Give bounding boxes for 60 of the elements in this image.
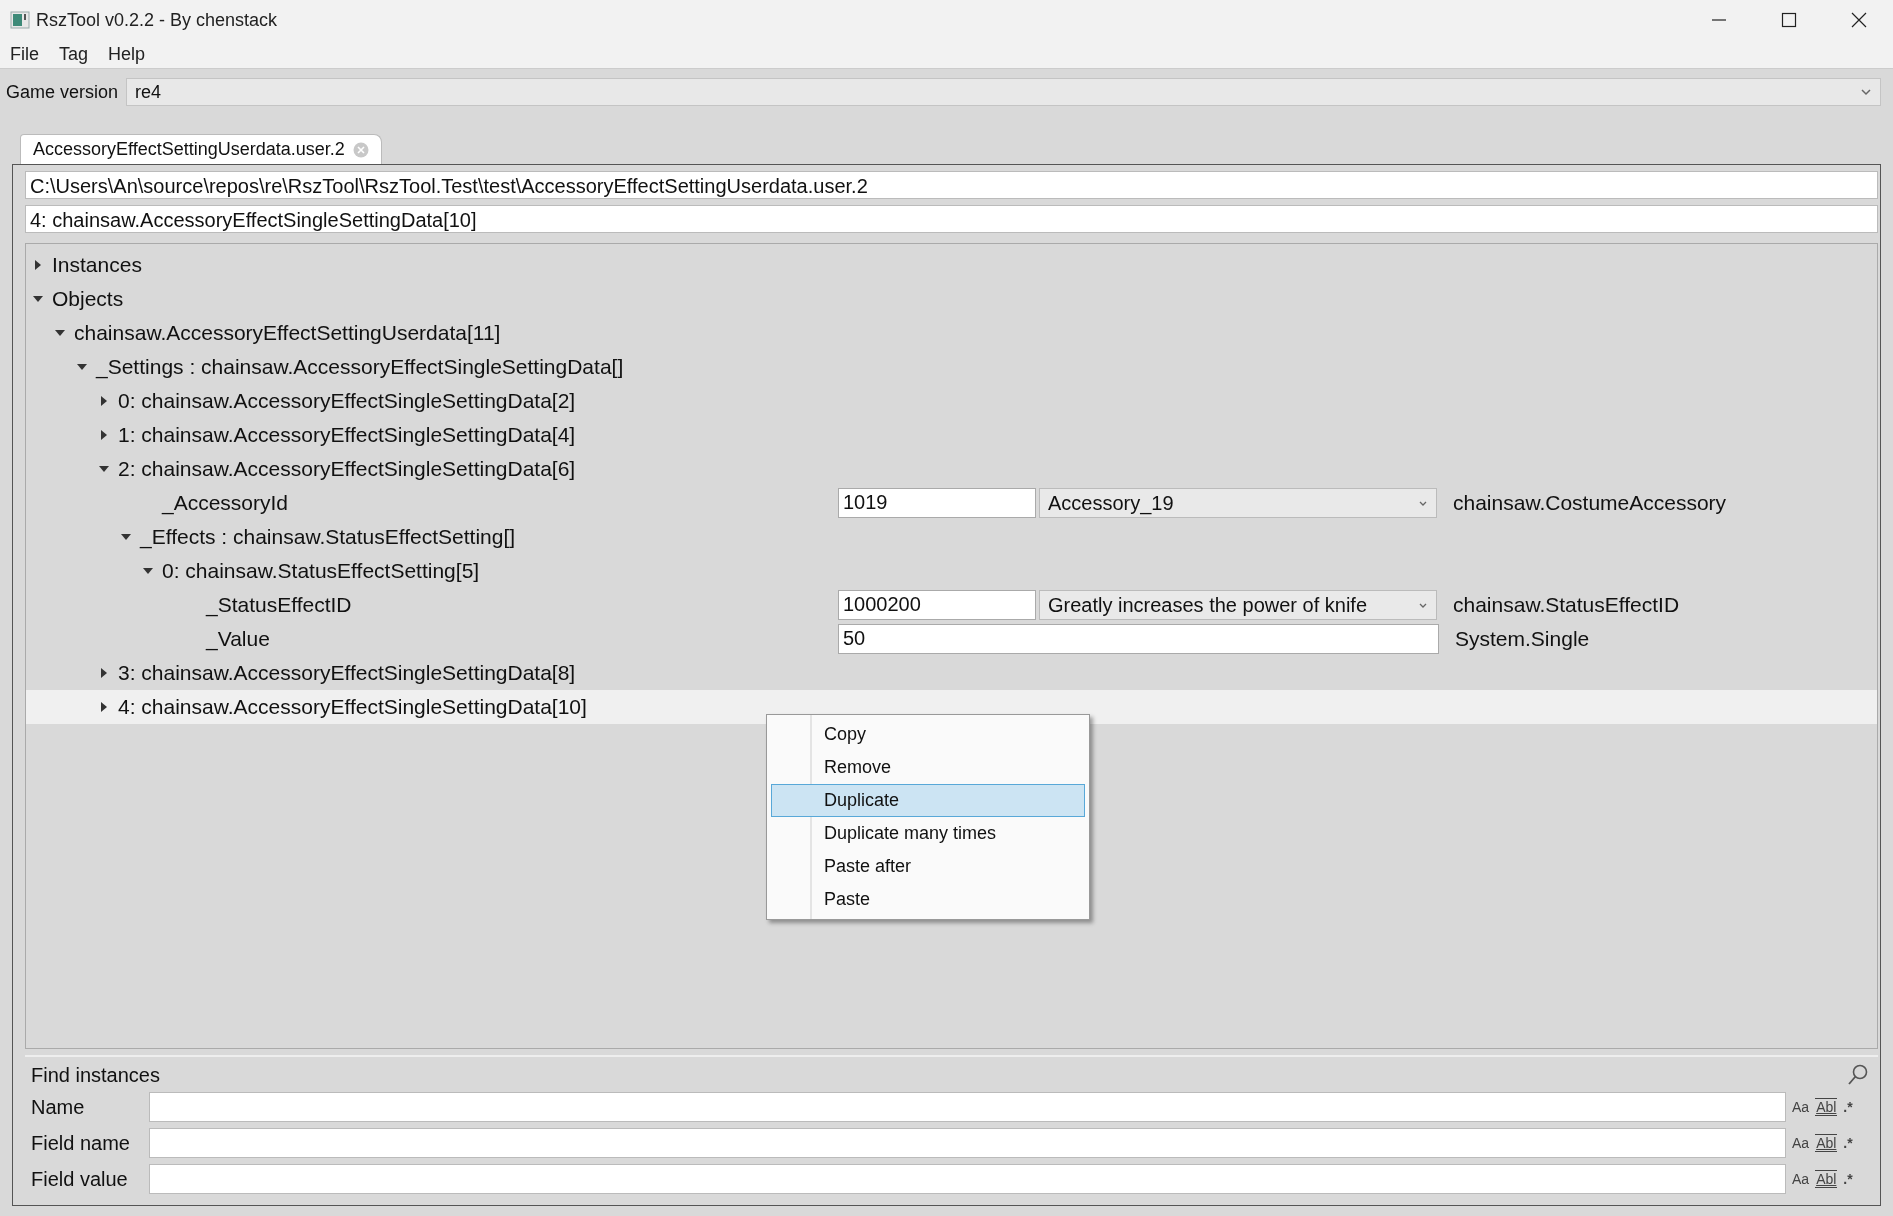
path-field[interactable]: C:\Users\An\source\repos\re\RszTool\RszTool.Test\test\AccessoryEffectSettingUserdata.user.2: [25, 171, 1878, 199]
tree-item[interactable]: chainsaw.AccessoryEffectSettingUserdata[11]: [74, 321, 501, 345]
chevron-down-icon: [1860, 88, 1872, 96]
close-icon[interactable]: [1851, 12, 1867, 28]
option-toggle[interactable]: .*: [1843, 1099, 1853, 1115]
tree-item[interactable]: _Settings : chainsaw.AccessoryEffectSingleSettingData[]: [96, 355, 624, 379]
selection-field[interactable]: 4: chainsaw.AccessoryEffectSingleSettingData[10]: [25, 205, 1878, 233]
file-tab[interactable]: AccessoryEffectSettingUserdata.user.2: [20, 134, 382, 164]
menu-item[interactable]: Tag: [59, 43, 89, 65]
maximize-icon[interactable]: [1781, 12, 1797, 28]
tree-item[interactable]: Instances: [52, 253, 142, 277]
section-title: Find instances: [31, 1063, 160, 1087]
menu-item[interactable]: Paste after: [771, 850, 1085, 883]
tree-item[interactable]: 3: chainsaw.AccessoryEffectSingleSettingData[8]: [118, 661, 576, 685]
tree-item[interactable]: 2: chainsaw.AccessoryEffectSingleSettingData[6]: [118, 457, 576, 481]
field-name: _StatusEffectID: [206, 593, 352, 617]
field-label: Game version: [6, 81, 119, 103]
tree-item[interactable]: 4: chainsaw.AccessoryEffectSingleSettingData[10]: [118, 695, 587, 719]
chevron-down-icon: [1418, 601, 1428, 609]
tree-item[interactable]: 1: chainsaw.AccessoryEffectSingleSettingData[4]: [118, 423, 576, 447]
menu-item[interactable]: Duplicate many times: [771, 817, 1085, 850]
tree-item[interactable]: _Effects : chainsaw.StatusEffectSetting[]: [140, 525, 516, 549]
menu-item[interactable]: Remove: [771, 751, 1085, 784]
tree-item[interactable]: 0: chainsaw.AccessoryEffectSingleSettingData[2]: [118, 389, 576, 413]
value-field[interactable]: 1000200: [838, 590, 1036, 620]
menu-item[interactable]: Paste: [771, 883, 1085, 916]
chevron-down-icon: [1418, 499, 1428, 507]
app-icon: [10, 11, 30, 29]
option-toggle[interactable]: Aa: [1792, 1171, 1810, 1187]
search-icon[interactable]: [1846, 1063, 1870, 1087]
option-toggle[interactable]: .*: [1843, 1171, 1853, 1187]
field-name: _Value: [206, 627, 270, 651]
game-version-dropdown[interactable]: re4: [126, 78, 1881, 106]
tree-item[interactable]: Objects: [52, 287, 124, 311]
option-toggle[interactable]: Abl: [1815, 1170, 1838, 1188]
search-field[interactable]: [149, 1092, 1786, 1122]
type-name: chainsaw.CostumeAccessory: [1453, 491, 1727, 515]
menu-item[interactable]: Help: [108, 43, 146, 65]
window-title: RszTool v0.2.2 - By chenstack: [36, 9, 278, 31]
option-toggle[interactable]: Aa: [1792, 1135, 1810, 1151]
option-toggle[interactable]: Aa: [1792, 1099, 1810, 1115]
option-toggle[interactable]: Abl: [1815, 1134, 1838, 1152]
menu-item[interactable]: File: [10, 43, 39, 65]
field-name: _AccessoryId: [162, 491, 289, 515]
search-field[interactable]: [149, 1128, 1786, 1158]
field-label: Field value: [31, 1167, 129, 1191]
menu-item[interactable]: Copy: [771, 718, 1085, 751]
value-field[interactable]: 50: [838, 624, 1439, 654]
type-name: System.Single: [1455, 627, 1590, 651]
tree-item[interactable]: 0: chainsaw.StatusEffectSetting[5]: [162, 559, 480, 583]
value-dropdown[interactable]: Greatly increases the power of knife: [1039, 590, 1437, 620]
type-name: chainsaw.StatusEffectID: [1453, 593, 1680, 617]
option-toggle[interactable]: Abl: [1815, 1098, 1838, 1116]
field-label: Field name: [31, 1131, 131, 1155]
field-label: Name: [31, 1095, 86, 1119]
search-field[interactable]: [149, 1164, 1786, 1194]
value-field[interactable]: 1019: [838, 488, 1036, 518]
menu-item[interactable]: Duplicate: [771, 784, 1085, 817]
value-dropdown[interactable]: Accessory_19: [1039, 488, 1437, 518]
option-toggle[interactable]: .*: [1843, 1135, 1853, 1151]
